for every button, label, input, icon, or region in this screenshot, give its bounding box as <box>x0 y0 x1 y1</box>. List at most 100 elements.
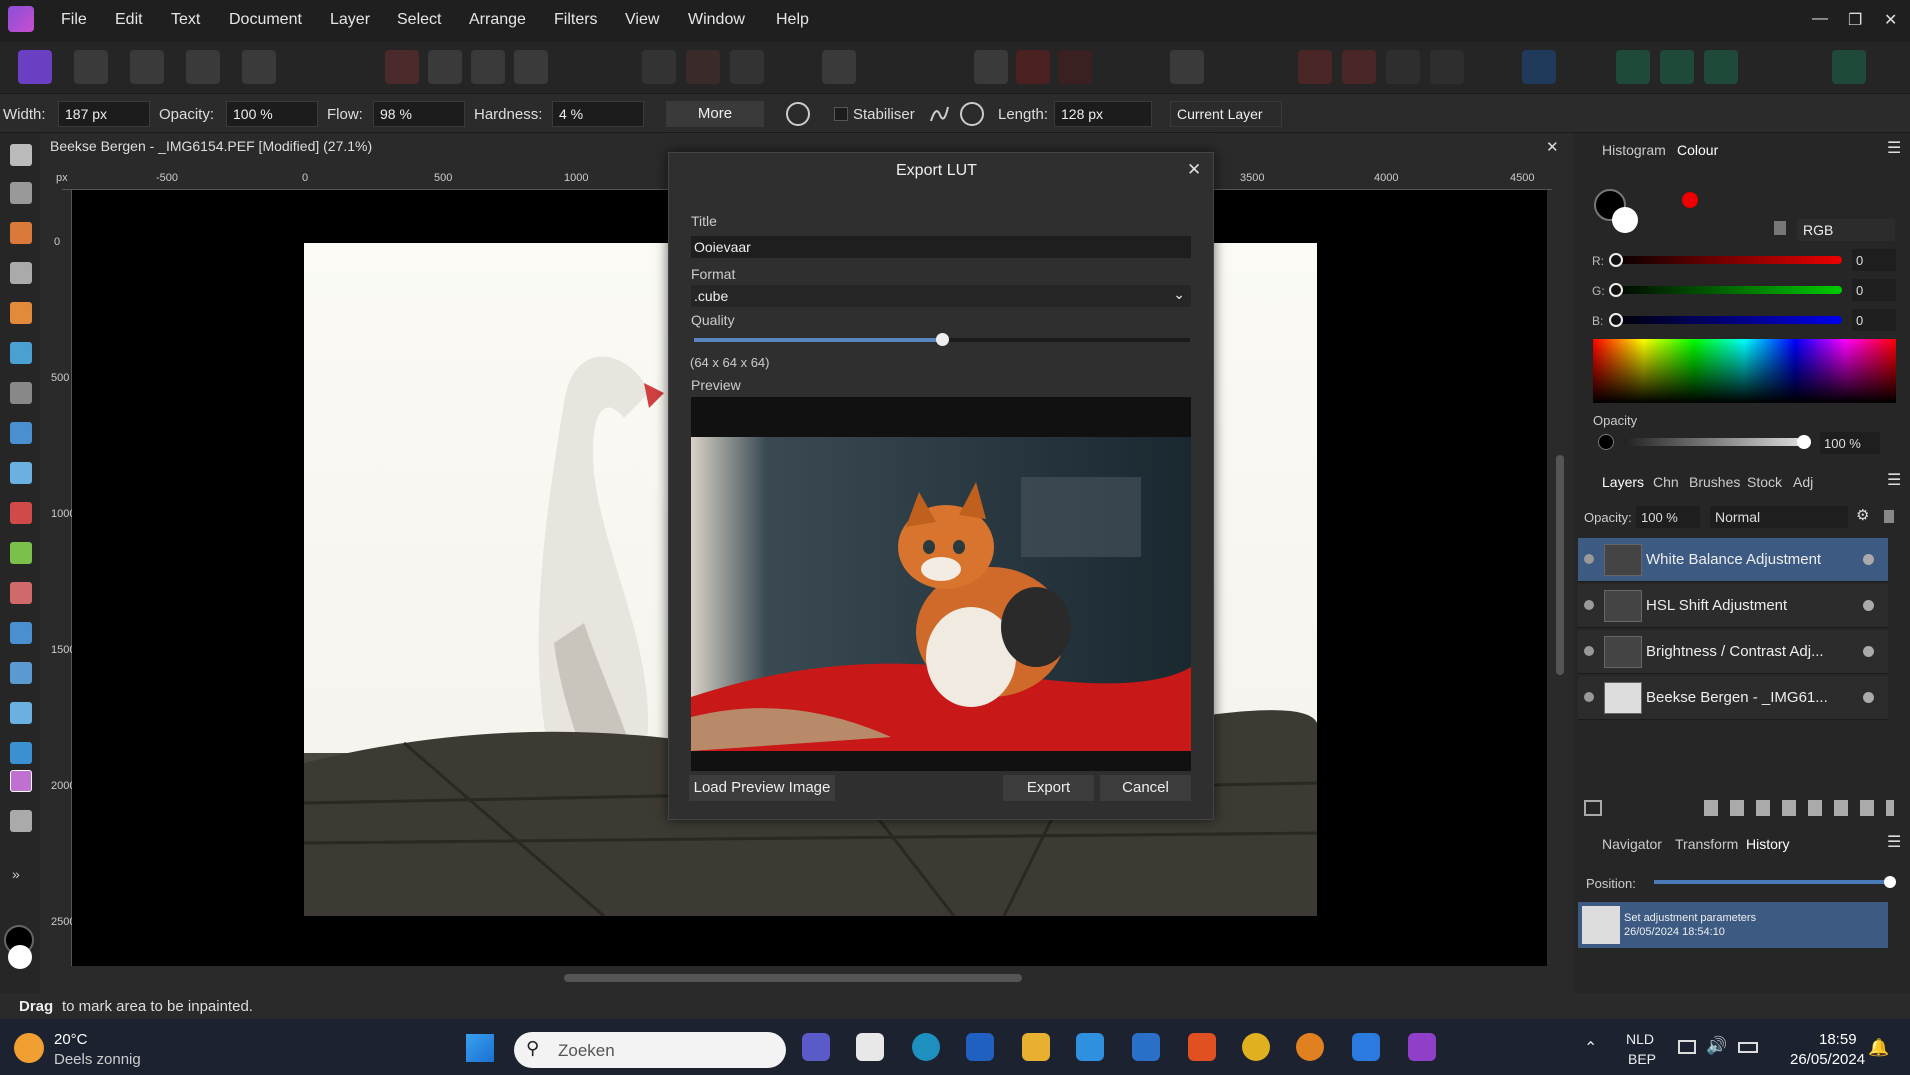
secondary-colour-swatch[interactable] <box>8 945 32 969</box>
layer-visible-dot[interactable] <box>1863 554 1874 565</box>
inpainting-tool-icon[interactable] <box>10 770 32 792</box>
length-field[interactable]: 128 px <box>1054 101 1152 127</box>
cancel-button[interactable]: Cancel <box>1100 775 1191 801</box>
tab-channels[interactable]: Chn <box>1653 474 1679 490</box>
weather-icon[interactable] <box>14 1033 44 1063</box>
export-persona-icon[interactable] <box>242 50 276 84</box>
history-slider-thumb[interactable] <box>1884 876 1896 888</box>
selection-mode-icon[interactable] <box>642 50 676 84</box>
colour-wheel-icon[interactable] <box>471 50 505 84</box>
account-icon[interactable] <box>1832 50 1866 84</box>
affinity-photo-icon[interactable] <box>1408 1033 1436 1061</box>
arrange-back-icon[interactable] <box>1342 50 1376 84</box>
arrange-front-icon[interactable] <box>1386 50 1420 84</box>
fill-tool-icon[interactable] <box>10 422 32 444</box>
marquee-tool-icon[interactable] <box>10 382 32 404</box>
width-field[interactable]: 187 px <box>58 101 150 127</box>
more-button[interactable]: More <box>666 101 764 127</box>
boolean-intersect-icon[interactable] <box>1704 50 1738 84</box>
brave-icon[interactable] <box>1188 1033 1216 1061</box>
magic-wand-icon[interactable] <box>10 342 32 364</box>
layer-row[interactable]: Beekse Bergen - _IMG61... <box>1578 676 1888 720</box>
assistant-icon[interactable] <box>1170 50 1204 84</box>
battery-icon[interactable] <box>1738 1042 1758 1053</box>
close-document-icon[interactable]: ✕ <box>1546 138 1559 156</box>
close-window-icon[interactable]: ✕ <box>1884 10 1897 30</box>
network-icon[interactable] <box>1678 1040 1696 1054</box>
stroke-colour-swatch[interactable] <box>1612 207 1638 233</box>
layers-menu-icon[interactable]: ☰ <box>1887 470 1901 490</box>
edge-icon[interactable] <box>912 1033 940 1061</box>
chrome-icon[interactable] <box>1242 1033 1270 1061</box>
visibility-icon[interactable] <box>1584 554 1594 564</box>
colour-spectrum[interactable] <box>1593 339 1896 403</box>
pen-tool-icon[interactable] <box>10 810 32 832</box>
title-input[interactable]: Ooievaar <box>691 236 1191 258</box>
tab-history[interactable]: History <box>1746 836 1790 852</box>
layer-opacity-field[interactable]: 100 % <box>1636 506 1700 528</box>
volume-icon[interactable]: 🔊 <box>1706 1036 1727 1056</box>
minimize-icon[interactable]: — <box>1812 10 1828 28</box>
curves-icon[interactable] <box>428 50 462 84</box>
view-tool-icon[interactable] <box>10 144 32 166</box>
b-slider-thumb[interactable] <box>1609 313 1623 327</box>
mail-icon[interactable] <box>1132 1033 1160 1061</box>
tab-transform[interactable]: Transform <box>1675 836 1738 852</box>
menu-edit[interactable]: Edit <box>115 11 143 29</box>
smudge-tool-icon[interactable] <box>10 702 32 724</box>
layer-settings-icon[interactable]: ⚙ <box>1856 506 1869 524</box>
load-preview-button[interactable]: Load Preview Image <box>689 775 835 801</box>
brush-tool-icon[interactable] <box>10 222 32 244</box>
arrange-bottom-icon[interactable] <box>1430 50 1464 84</box>
b-slider[interactable] <box>1610 316 1842 324</box>
layer-visible-dot[interactable] <box>1863 600 1874 611</box>
arrange-forward-icon[interactable] <box>1298 50 1332 84</box>
windows-start-icon[interactable] <box>466 1034 494 1062</box>
opacity-slider[interactable] <box>1624 438 1804 446</box>
clone-tool-icon[interactable] <box>10 622 32 644</box>
restore-icon[interactable]: ❐ <box>1848 10 1862 30</box>
tray-chevron-icon[interactable]: ⌃ <box>1584 1038 1597 1058</box>
layer-row[interactable]: White Balance Adjustment <box>1578 538 1888 582</box>
g-slider[interactable] <box>1610 286 1842 294</box>
visibility-icon[interactable] <box>1584 600 1594 610</box>
align-icon[interactable] <box>974 50 1008 84</box>
colour-picker-icon[interactable] <box>1682 192 1698 208</box>
window-mode-icon[interactable] <box>960 102 984 126</box>
file-explorer-icon[interactable] <box>1022 1033 1050 1061</box>
selection-brush-icon[interactable] <box>10 302 32 324</box>
pressure-icon[interactable] <box>786 102 810 126</box>
stabiliser-checkbox[interactable] <box>834 107 848 121</box>
history-entry[interactable]: Set adjustment parameters 26/05/2024 18:… <box>1578 902 1888 948</box>
taskbar-search[interactable]: ⚲ Zoeken <box>514 1032 786 1068</box>
clock-time[interactable]: 18:59 <box>1819 1031 1857 1048</box>
menu-layer[interactable]: Layer <box>330 11 370 29</box>
r-field[interactable]: 0 <box>1852 249 1896 271</box>
layer-action-icons[interactable] <box>1704 800 1894 816</box>
colour-model-dropdown[interactable]: RGB <box>1797 219 1895 241</box>
tab-stock[interactable]: Stock <box>1747 474 1782 490</box>
quality-slider-thumb[interactable] <box>936 333 949 346</box>
tab-brushes[interactable]: Brushes <box>1689 474 1740 490</box>
blend-mode-dropdown[interactable]: Normal <box>1710 506 1848 528</box>
tab-histogram[interactable]: Histogram <box>1602 142 1666 158</box>
invert-selection-icon[interactable] <box>730 50 764 84</box>
opacity-field[interactable]: 100 % <box>1820 432 1880 454</box>
boolean-subtract-icon[interactable] <box>1660 50 1694 84</box>
g-field[interactable]: 0 <box>1852 279 1896 301</box>
dialog-close-icon[interactable]: ✕ <box>1187 160 1201 180</box>
snipping-tool-icon[interactable] <box>856 1033 884 1061</box>
hardness-field[interactable]: 4 % <box>552 101 644 127</box>
blur-tool-icon[interactable] <box>10 742 32 764</box>
flow-field[interactable]: 98 % <box>373 101 465 127</box>
flip-icon[interactable] <box>1016 50 1050 84</box>
menu-arrange[interactable]: Arrange <box>469 11 526 29</box>
horizontal-scrollbar[interactable] <box>564 974 1022 982</box>
levels-icon[interactable] <box>385 50 419 84</box>
tab-adjustments[interactable]: Adj <box>1793 474 1813 490</box>
r-slider[interactable] <box>1610 256 1842 264</box>
menu-help[interactable]: Help <box>776 11 809 29</box>
menu-view[interactable]: View <box>625 11 659 29</box>
opacity-slider-thumb[interactable] <box>1797 435 1811 449</box>
liquify-persona-icon[interactable] <box>74 50 108 84</box>
